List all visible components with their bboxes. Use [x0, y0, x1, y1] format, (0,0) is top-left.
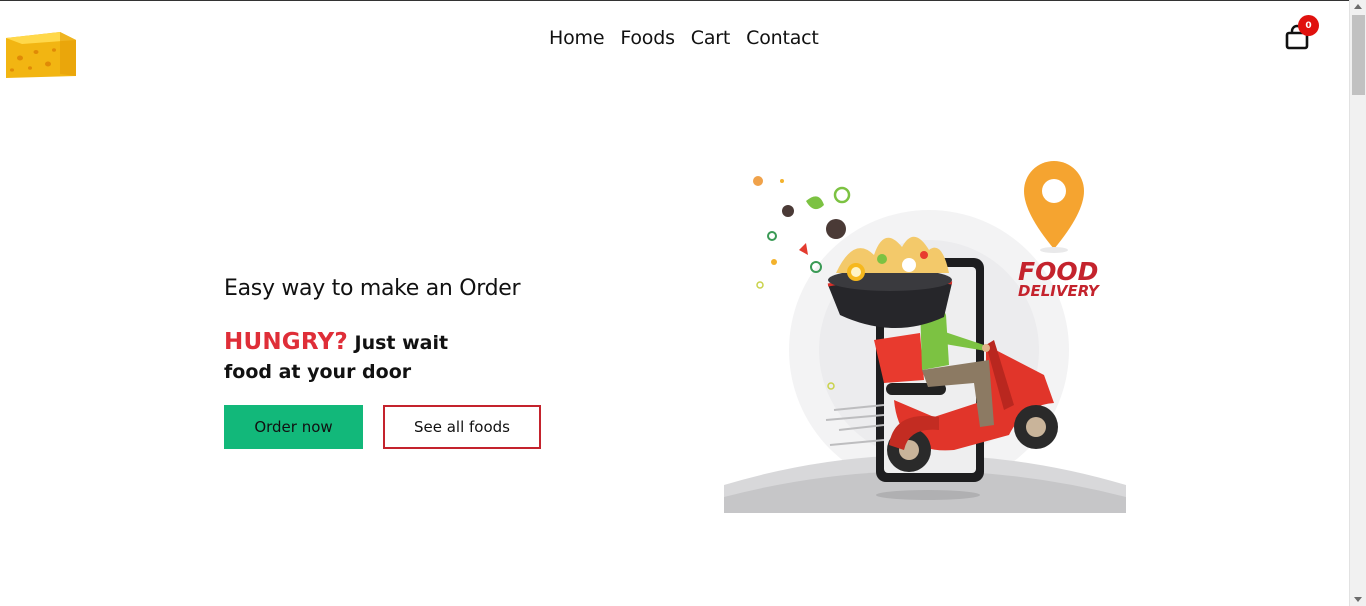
scroll-down-arrow-icon[interactable]: [1354, 597, 1362, 602]
headline-highlight: HUNGRY?: [224, 329, 348, 355]
logo[interactable]: [2, 28, 78, 80]
nav-contact[interactable]: Contact: [746, 27, 819, 49]
vertical-scrollbar[interactable]: [1349, 0, 1366, 606]
nav-foods[interactable]: Foods: [620, 27, 675, 49]
main-nav: Home Foods Cart Contact: [549, 27, 819, 49]
headline-text-1: Just wait: [354, 332, 449, 354]
illustration-text-delivery: DELIVERY: [1018, 282, 1101, 300]
cart-count-badge: 0: [1298, 15, 1319, 36]
food-delivery-illustration: FOOD DELIVERY: [724, 155, 1126, 513]
scrollbar-thumb[interactable]: [1352, 15, 1365, 95]
cheese-icon: [6, 32, 76, 78]
top-border: [0, 0, 1366, 1]
hero-headline: HUNGRY? Just wait food at your door: [224, 328, 544, 387]
headline-text-2: food at your door: [224, 361, 412, 383]
nav-cart[interactable]: Cart: [691, 27, 731, 49]
scroll-up-arrow-icon[interactable]: [1354, 4, 1362, 9]
nav-home[interactable]: Home: [549, 27, 605, 49]
see-all-foods-button[interactable]: See all foods: [383, 405, 541, 449]
hero-subtitle: Easy way to make an Order: [224, 276, 521, 301]
order-now-button[interactable]: Order now: [224, 405, 363, 449]
